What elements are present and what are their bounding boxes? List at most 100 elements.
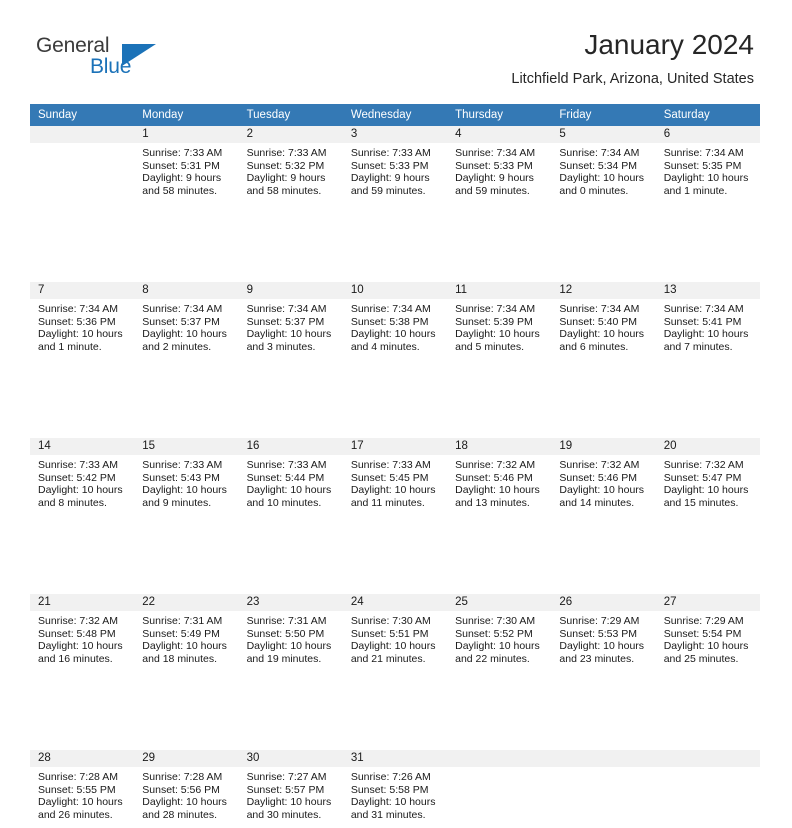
day-number: 29 [134, 750, 239, 767]
day-cell[interactable]: 19 Sunrise: 7:32 AM Sunset: 5:46 PM Dayligh… [551, 438, 656, 516]
day-cell[interactable]: 25 Sunrise: 7:30 AM Sunset: 5:52 PM Dayligh… [447, 594, 552, 672]
day-cell-empty [551, 750, 656, 828]
daylight-text-line2: and 5 minutes. [455, 340, 525, 353]
day-cell[interactable]: 16 Sunrise: 7:33 AM Sunset: 5:44 PM Dayligh… [238, 438, 343, 516]
calendar-cell: 13 Sunrise: 7:34 AM Sunset: 5:41 PM Dayligh… [655, 282, 760, 360]
day-cell[interactable]: 18 Sunrise: 7:32 AM Sunset: 5:46 PM Dayligh… [447, 438, 552, 516]
day-cell[interactable]: 22 Sunrise: 7:31 AM Sunset: 5:49 PM Dayligh… [134, 594, 239, 672]
day-cell[interactable]: 13 Sunrise: 7:34 AM Sunset: 5:41 PM Dayligh… [655, 282, 760, 360]
day-cell[interactable]: 3 Sunrise: 7:33 AM Sunset: 5:33 PM Daylight… [342, 126, 448, 204]
calendar-cell: 9 Sunrise: 7:34 AM Sunset: 5:37 PM Daylight… [238, 282, 343, 360]
calendar-cell [447, 750, 552, 828]
daylight-text-line1: Daylight: 10 hours [142, 328, 227, 341]
day-cell[interactable]: 10 Sunrise: 7:34 AM Sunset: 5:38 PM Dayligh… [342, 282, 448, 360]
day-cell[interactable]: 15 Sunrise: 7:33 AM Sunset: 5:43 PM Dayligh… [134, 438, 239, 516]
day-cell[interactable]: 12 Sunrise: 7:34 AM Sunset: 5:40 PM Dayligh… [551, 282, 656, 360]
day-cell[interactable]: 7 Sunrise: 7:34 AM Sunset: 5:36 PM Daylight… [30, 282, 135, 360]
day-number: 27 [655, 594, 760, 611]
day-cell[interactable]: 23 Sunrise: 7:31 AM Sunset: 5:50 PM Dayligh… [238, 594, 343, 672]
sunset-text: Sunset: 5:47 PM [663, 471, 742, 484]
daylight-text-line1: Daylight: 9 hours [455, 172, 534, 185]
sunset-text: Sunset: 5:49 PM [142, 627, 220, 640]
day-number: 7 [30, 282, 135, 299]
calendar-cell: 8 Sunrise: 7:34 AM Sunset: 5:37 PM Daylight… [134, 282, 239, 360]
daylight-text-line2: and 18 minutes. [142, 652, 217, 665]
day-cell[interactable]: 26 Sunrise: 7:29 AM Sunset: 5:53 PM Dayligh… [551, 594, 656, 672]
day-cell-empty [30, 126, 135, 204]
calendar-cell: 23 Sunrise: 7:31 AM Sunset: 5:50 PM Dayligh… [238, 594, 343, 672]
daylight-text-line1: Daylight: 10 hours [350, 484, 436, 497]
daylight-text-line2: and 15 minutes. [663, 496, 739, 509]
general-blue-logo: General Blue [36, 34, 176, 84]
day-cell[interactable]: 11 Sunrise: 7:34 AM Sunset: 5:39 PM Dayligh… [447, 282, 552, 360]
day-cell[interactable]: 27 Sunrise: 7:29 AM Sunset: 5:54 PM Dayligh… [655, 594, 760, 672]
sunset-text: Sunset: 5:41 PM [663, 315, 742, 328]
calendar-cell: 17 Sunrise: 7:33 AM Sunset: 5:45 PM Dayligh… [342, 438, 448, 516]
day-cell[interactable]: 9 Sunrise: 7:34 AM Sunset: 5:37 PM Daylight… [238, 282, 343, 360]
daylight-text-line2: and 14 minutes. [559, 496, 635, 509]
day-cell[interactable]: 30 Sunrise: 7:27 AM Sunset: 5:57 PM Dayligh… [238, 750, 343, 828]
sunrise-text: Sunrise: 7:32 AM [455, 459, 536, 471]
daylight-text-line2: and 59 minutes. [350, 184, 426, 197]
sunrise-text: Sunrise: 7:33 AM [142, 459, 223, 471]
calendar-cell: 20 Sunrise: 7:32 AM Sunset: 5:47 PM Dayligh… [655, 438, 760, 516]
sunset-text: Sunset: 5:58 PM [350, 783, 429, 796]
day-number: 31 [342, 750, 448, 767]
day-cell[interactable]: 8 Sunrise: 7:34 AM Sunset: 5:37 PM Daylight… [134, 282, 239, 360]
calendar-cell: 22 Sunrise: 7:31 AM Sunset: 5:49 PM Dayligh… [134, 594, 239, 672]
day-number: 25 [447, 594, 552, 611]
column-header-sunday: Sunday [30, 104, 135, 126]
sunrise-text: Sunrise: 7:34 AM [663, 147, 744, 159]
day-details: Sunrise: 7:34 AM Sunset: 5:40 PM Daylight:… [551, 299, 655, 353]
day-details: Sunrise: 7:32 AM Sunset: 5:47 PM Daylight:… [656, 455, 760, 509]
sunset-text: Sunset: 5:37 PM [142, 315, 220, 328]
daylight-text-line2: and 22 minutes. [455, 652, 530, 665]
day-details: Sunrise: 7:34 AM Sunset: 5:41 PM Daylight:… [656, 299, 760, 353]
day-number: 23 [238, 594, 343, 611]
daylight-text-line2: and 8 minutes. [38, 496, 107, 509]
sunset-text: Sunset: 5:33 PM [455, 159, 533, 172]
day-cell[interactable]: 5 Sunrise: 7:34 AM Sunset: 5:34 PM Daylight… [551, 126, 656, 204]
calendar-cell: 26 Sunrise: 7:29 AM Sunset: 5:53 PM Dayligh… [551, 594, 656, 672]
day-cell[interactable]: 14 Sunrise: 7:33 AM Sunset: 5:42 PM Dayligh… [30, 438, 135, 516]
day-number: 20 [655, 438, 760, 455]
daylight-text-line1: Daylight: 10 hours [38, 484, 123, 497]
day-cell[interactable]: 2 Sunrise: 7:33 AM Sunset: 5:32 PM Daylight… [238, 126, 343, 204]
sunrise-text: Sunrise: 7:28 AM [38, 771, 118, 783]
day-cell[interactable]: 4 Sunrise: 7:34 AM Sunset: 5:33 PM Daylight… [447, 126, 552, 204]
day-cell[interactable]: 20 Sunrise: 7:32 AM Sunset: 5:47 PM Dayligh… [655, 438, 760, 516]
day-cell[interactable]: 31 Sunrise: 7:26 AM Sunset: 5:58 PM Dayligh… [342, 750, 448, 828]
day-number: 22 [134, 594, 239, 611]
day-details: Sunrise: 7:34 AM Sunset: 5:33 PM Daylight:… [447, 143, 551, 197]
day-number [30, 126, 135, 143]
day-cell[interactable]: 17 Sunrise: 7:33 AM Sunset: 5:45 PM Dayligh… [342, 438, 448, 516]
day-cell[interactable]: 1 Sunrise: 7:33 AM Sunset: 5:31 PM Daylight… [134, 126, 239, 204]
calendar-cell [655, 750, 760, 828]
day-cell[interactable]: 28 Sunrise: 7:28 AM Sunset: 5:55 PM Dayligh… [30, 750, 135, 828]
column-header-saturday: Saturday [655, 104, 760, 126]
sunrise-text: Sunrise: 7:34 AM [455, 147, 536, 159]
title-block: January 2024 Litchfield Park, Arizona, U… [511, 28, 754, 88]
column-header-tuesday: Tuesday [238, 104, 343, 126]
daylight-text-line2: and 1 minute. [38, 340, 102, 353]
day-cell[interactable]: 24 Sunrise: 7:30 AM Sunset: 5:51 PM Dayligh… [342, 594, 448, 672]
day-cell[interactable]: 21 Sunrise: 7:32 AM Sunset: 5:48 PM Dayligh… [30, 594, 135, 672]
calendar-cell: 4 Sunrise: 7:34 AM Sunset: 5:33 PM Daylight… [447, 126, 552, 204]
calendar-page: General Blue January 2024 Litchfield Par… [0, 0, 792, 821]
daylight-text-line1: Daylight: 10 hours [246, 484, 332, 497]
day-details: Sunrise: 7:30 AM Sunset: 5:51 PM Daylight:… [343, 611, 447, 665]
day-cell[interactable]: 6 Sunrise: 7:34 AM Sunset: 5:35 PM Daylight… [655, 126, 760, 204]
sunset-text: Sunset: 5:53 PM [559, 627, 638, 640]
day-details: Sunrise: 7:32 AM Sunset: 5:46 PM Daylight:… [447, 455, 551, 509]
day-number: 21 [30, 594, 135, 611]
calendar-cell: 24 Sunrise: 7:30 AM Sunset: 5:51 PM Dayligh… [342, 594, 448, 672]
day-number: 15 [134, 438, 239, 455]
calendar-cell: 31 Sunrise: 7:26 AM Sunset: 5:58 PM Dayligh… [342, 750, 448, 828]
sunrise-text: Sunrise: 7:26 AM [350, 771, 431, 783]
sunrise-text: Sunrise: 7:34 AM [559, 303, 640, 315]
sunrise-text: Sunrise: 7:29 AM [663, 615, 744, 627]
day-number: 16 [238, 438, 343, 455]
daylight-text-line1: Daylight: 10 hours [142, 484, 227, 497]
day-cell[interactable]: 29 Sunrise: 7:28 AM Sunset: 5:56 PM Dayligh… [134, 750, 239, 828]
calendar-table: Sunday Monday Tuesday Wednesday Thursday… [30, 104, 760, 828]
